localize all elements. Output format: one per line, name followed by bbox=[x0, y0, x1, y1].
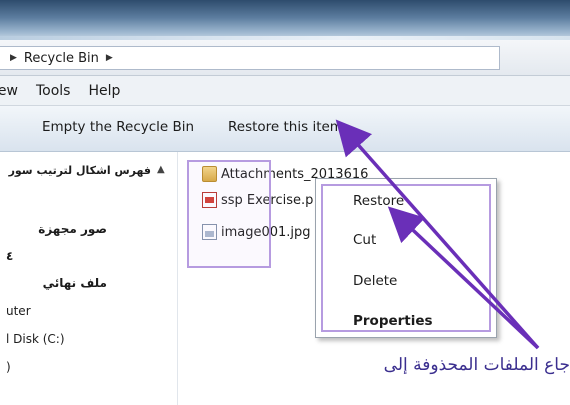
nav-item[interactable]: ملف نهائي bbox=[43, 276, 107, 290]
context-menu: Restore Cut Delete Properties bbox=[315, 178, 497, 338]
address-field[interactable]: ▶ Recycle Bin ▶ bbox=[0, 46, 500, 70]
selection-highlight bbox=[187, 160, 271, 268]
menu-item-help[interactable]: Help bbox=[88, 83, 120, 99]
empty-recycle-bin-button[interactable]: Empty the Recycle Bin bbox=[42, 119, 194, 135]
context-menu-cut[interactable]: Cut bbox=[353, 232, 376, 248]
navigation-pane: فهرس اشكال لترتيب سور ▲ صور مجهزة ٤ ملف … bbox=[0, 152, 178, 405]
address-location: Recycle Bin bbox=[23, 50, 99, 66]
menu-item-view[interactable]: iew bbox=[0, 83, 18, 99]
menu-bar: iew Tools Help bbox=[0, 76, 570, 106]
context-menu-highlight bbox=[321, 184, 491, 332]
nav-item[interactable]: فهرس اشكال لترتيب سور bbox=[9, 164, 151, 177]
context-menu-properties[interactable]: Properties bbox=[353, 313, 433, 329]
nav-item[interactable]: l Disk (C:) bbox=[6, 332, 65, 346]
nav-item[interactable]: ٤ bbox=[6, 249, 13, 263]
chevron-right-icon[interactable]: ▶ bbox=[10, 53, 17, 63]
command-toolbar: Empty the Recycle Bin Restore this item bbox=[0, 106, 570, 152]
scroll-up-icon[interactable]: ▲ bbox=[157, 164, 165, 175]
restore-item-button[interactable]: Restore this item bbox=[228, 119, 343, 135]
context-menu-restore[interactable]: Restore bbox=[353, 193, 404, 209]
annotation-caption: جاع الملفات المحذوفة إلى bbox=[383, 355, 570, 375]
nav-item[interactable]: ) bbox=[6, 360, 11, 374]
nav-item[interactable]: صور مجهزة bbox=[38, 222, 107, 236]
chevron-right-icon[interactable]: ▶ bbox=[106, 53, 113, 63]
context-menu-delete[interactable]: Delete bbox=[353, 273, 397, 289]
nav-item[interactable]: uter bbox=[6, 304, 31, 318]
menu-item-tools[interactable]: Tools bbox=[36, 83, 71, 99]
address-bar: ▶ Recycle Bin ▶ bbox=[0, 40, 570, 76]
window-title-bar bbox=[0, 0, 570, 40]
